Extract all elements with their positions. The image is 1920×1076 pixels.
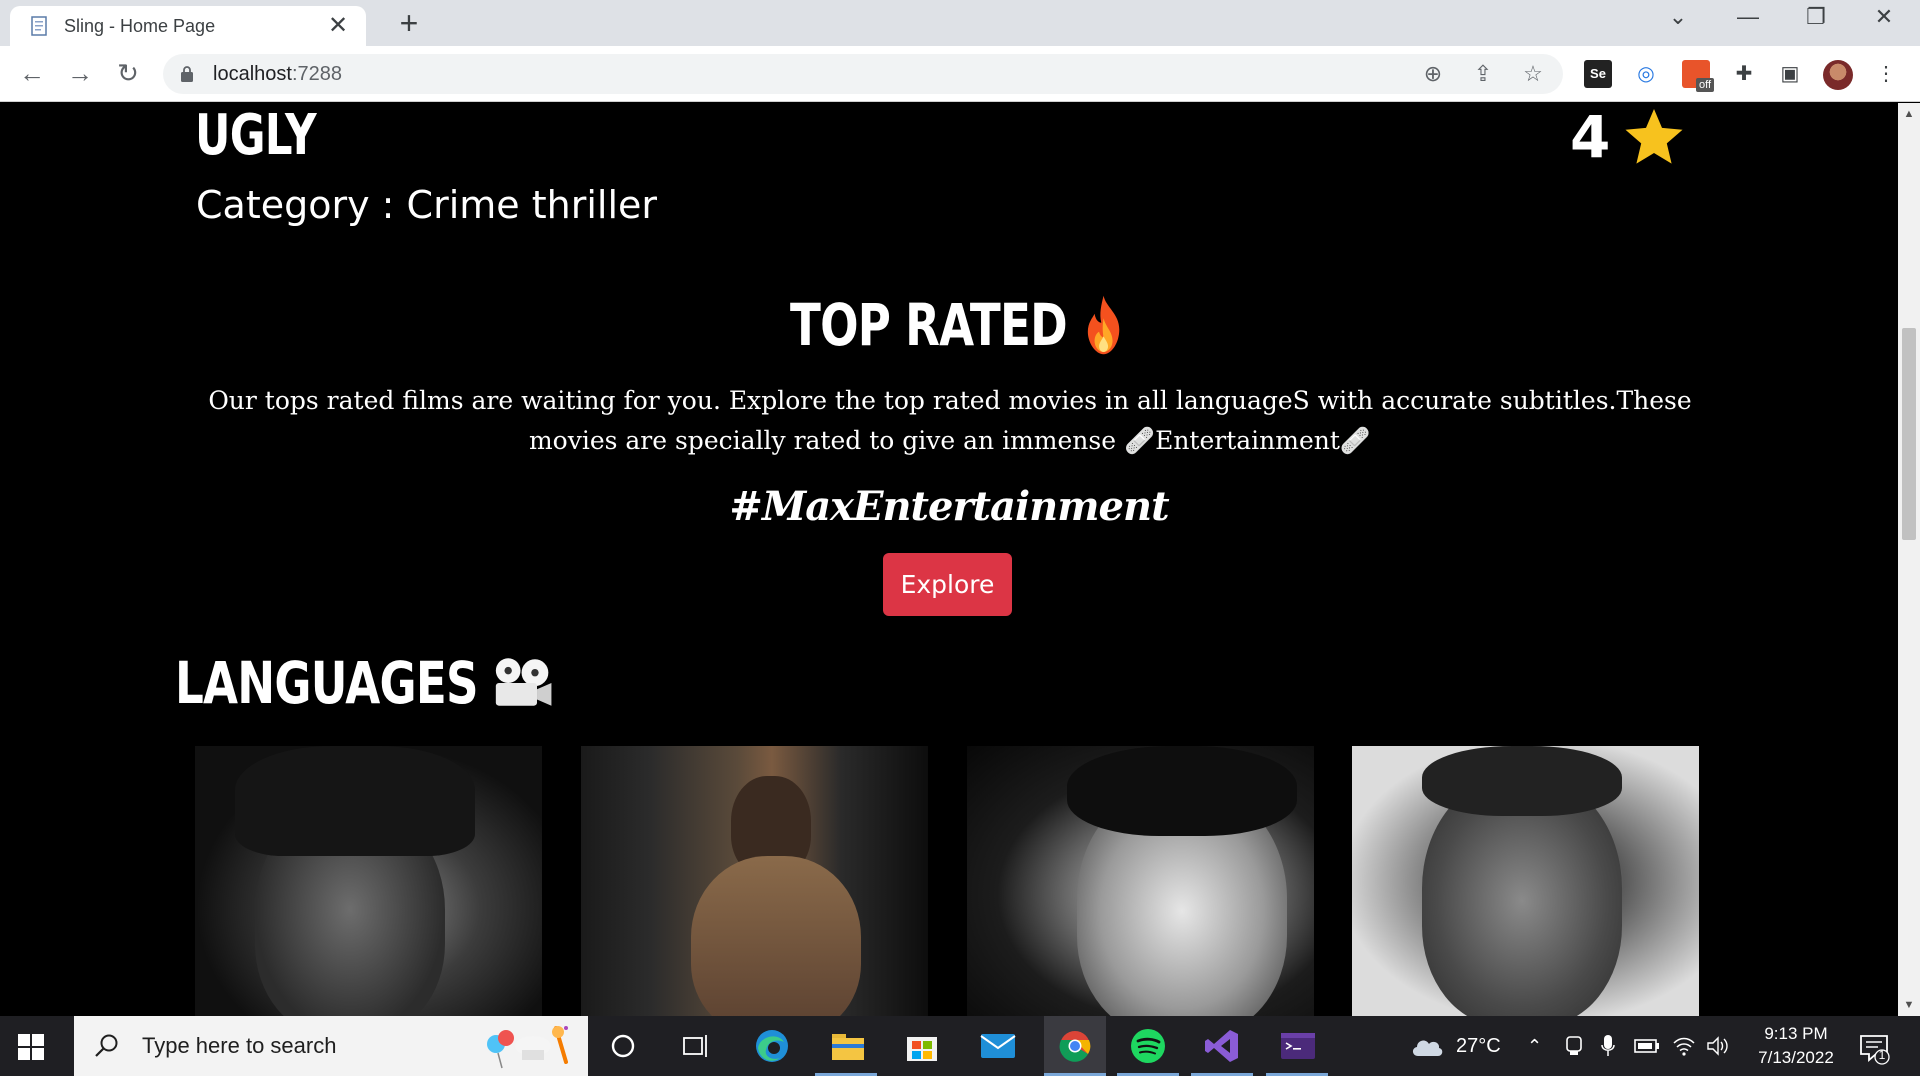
windows-taskbar: Type here to search 27°C ⌃ 9:13 PM 7/13/… [0, 1016, 1920, 1076]
url-port: :7288 [291, 62, 342, 85]
spotify-icon[interactable] [1128, 1026, 1168, 1066]
language-card-4[interactable] [1352, 746, 1699, 1016]
url-host: localhost [213, 62, 292, 85]
reload-button[interactable]: ↻ [112, 58, 144, 90]
extension-badge: off [1695, 78, 1714, 92]
language-card-1[interactable] [195, 746, 542, 1016]
movie-title: UGLY [195, 103, 317, 168]
scroll-down-arrow-icon[interactable]: ▼ [1898, 994, 1920, 1016]
notification-count: 1 [1878, 1048, 1886, 1062]
minimize-button[interactable]: — [1728, 4, 1768, 30]
zoom-icon[interactable]: ⊕ [1419, 60, 1447, 88]
page-content: UGLY 4 Category : Crime thriller TOP RAT… [0, 103, 1898, 1016]
windows-start-icon[interactable] [18, 1034, 44, 1060]
star-icon [1625, 109, 1683, 164]
task-view-icon[interactable] [676, 1026, 716, 1066]
rating-value: 4 [1570, 103, 1611, 171]
extensions-puzzle-icon[interactable]: ✚ [1730, 60, 1758, 88]
visual-studio-icon[interactable] [1202, 1026, 1242, 1066]
scroll-up-arrow-icon[interactable]: ▲ [1898, 103, 1920, 125]
movie-rating: 4 [1570, 103, 1686, 171]
menu-kebab-icon[interactable]: ⋮ [1872, 60, 1900, 88]
bookmark-star-icon[interactable]: ☆ [1519, 60, 1547, 88]
edge-browser-icon[interactable] [752, 1026, 792, 1066]
mail-icon[interactable] [978, 1026, 1018, 1066]
forward-button[interactable]: → [64, 58, 96, 90]
address-bar-row: ← → ↻ localhost :7288 ⊕ ⇪ ☆ Se ◎ off ✚ ▣… [0, 46, 1920, 102]
weather-widget[interactable]: 27°C [1410, 1016, 1501, 1076]
extension-off-icon[interactable]: off [1682, 60, 1714, 92]
language-card-3[interactable] [967, 746, 1314, 1016]
explore-button[interactable]: Explore [883, 553, 1012, 616]
tab-title: Sling - Home Page [64, 15, 216, 36]
volume-icon[interactable] [1706, 1016, 1730, 1076]
side-panel-icon[interactable]: ▣ [1776, 60, 1804, 88]
wifi-icon[interactable] [1672, 1016, 1696, 1076]
taskbar-search-input[interactable]: Type here to search [74, 1016, 588, 1076]
language-card-2[interactable] [581, 746, 928, 1016]
extension-compass-icon[interactable]: ◎ [1632, 60, 1660, 88]
page-favicon-icon [31, 16, 47, 36]
restore-button[interactable]: ❐ [1796, 4, 1836, 30]
cortana-icon[interactable] [603, 1026, 643, 1066]
microphone-icon[interactable] [1600, 1016, 1616, 1076]
clock-date: 7/13/2022 [1758, 1048, 1834, 1067]
hashtag-text: #MaxEntertainment [729, 483, 1169, 530]
lock-icon [181, 66, 193, 82]
tab-close-icon[interactable]: ✕ [324, 14, 352, 38]
clock-time: 9:13 PM [1764, 1024, 1828, 1043]
tab-strip: Sling - Home Page ✕ + ⌄ — ❐ ✕ [0, 0, 1920, 46]
search-placeholder: Type here to search [142, 1033, 337, 1058]
url-input[interactable]: localhost :7288 ⊕ ⇪ ☆ [163, 54, 1563, 94]
top-rated-heading: TOP RATED [790, 291, 1125, 359]
close-window-button[interactable]: ✕ [1864, 4, 1904, 30]
taskbar-clock[interactable]: 9:13 PM 7/13/2022 [1748, 1022, 1844, 1070]
fire-icon [1087, 295, 1120, 355]
file-explorer-icon[interactable] [828, 1026, 868, 1066]
terminal-icon[interactable] [1278, 1026, 1318, 1066]
movie-category: Category : Crime thriller [196, 183, 658, 227]
chrome-icon[interactable] [1055, 1026, 1095, 1066]
tab-search-chevron-icon[interactable]: ⌄ [1658, 4, 1698, 30]
temperature-text: 27°C [1456, 1034, 1501, 1057]
cloud-icon [1412, 1040, 1443, 1056]
profile-avatar[interactable] [1823, 60, 1853, 90]
microsoft-store-icon[interactable] [902, 1026, 942, 1066]
languages-title: LANGUAGES [175, 649, 479, 717]
new-tab-button[interactable]: + [392, 7, 426, 42]
top-rated-description: Our tops rated films are waiting for you… [208, 386, 1692, 455]
extension-se-icon[interactable]: Se [1584, 60, 1612, 88]
notification-center-icon[interactable]: 1 [1856, 1030, 1892, 1066]
meet-now-icon[interactable] [1564, 1016, 1584, 1076]
tab-home-page[interactable]: Sling - Home Page ✕ [10, 6, 366, 46]
search-highlight-illustration-icon [487, 1026, 568, 1069]
film-projector-icon [495, 658, 552, 706]
top-rated-title: TOP RATED [790, 291, 1068, 359]
search-icon [95, 1034, 118, 1057]
scroll-thumb[interactable] [1902, 328, 1916, 540]
battery-icon[interactable] [1634, 1016, 1660, 1076]
page-scrollbar[interactable]: ▲ ▼ [1898, 103, 1920, 1016]
share-icon[interactable]: ⇪ [1469, 60, 1497, 88]
back-button[interactable]: ← [16, 58, 48, 90]
languages-heading: LANGUAGES [175, 649, 552, 717]
show-hidden-icons-chevron-icon[interactable]: ⌃ [1527, 1016, 1542, 1076]
